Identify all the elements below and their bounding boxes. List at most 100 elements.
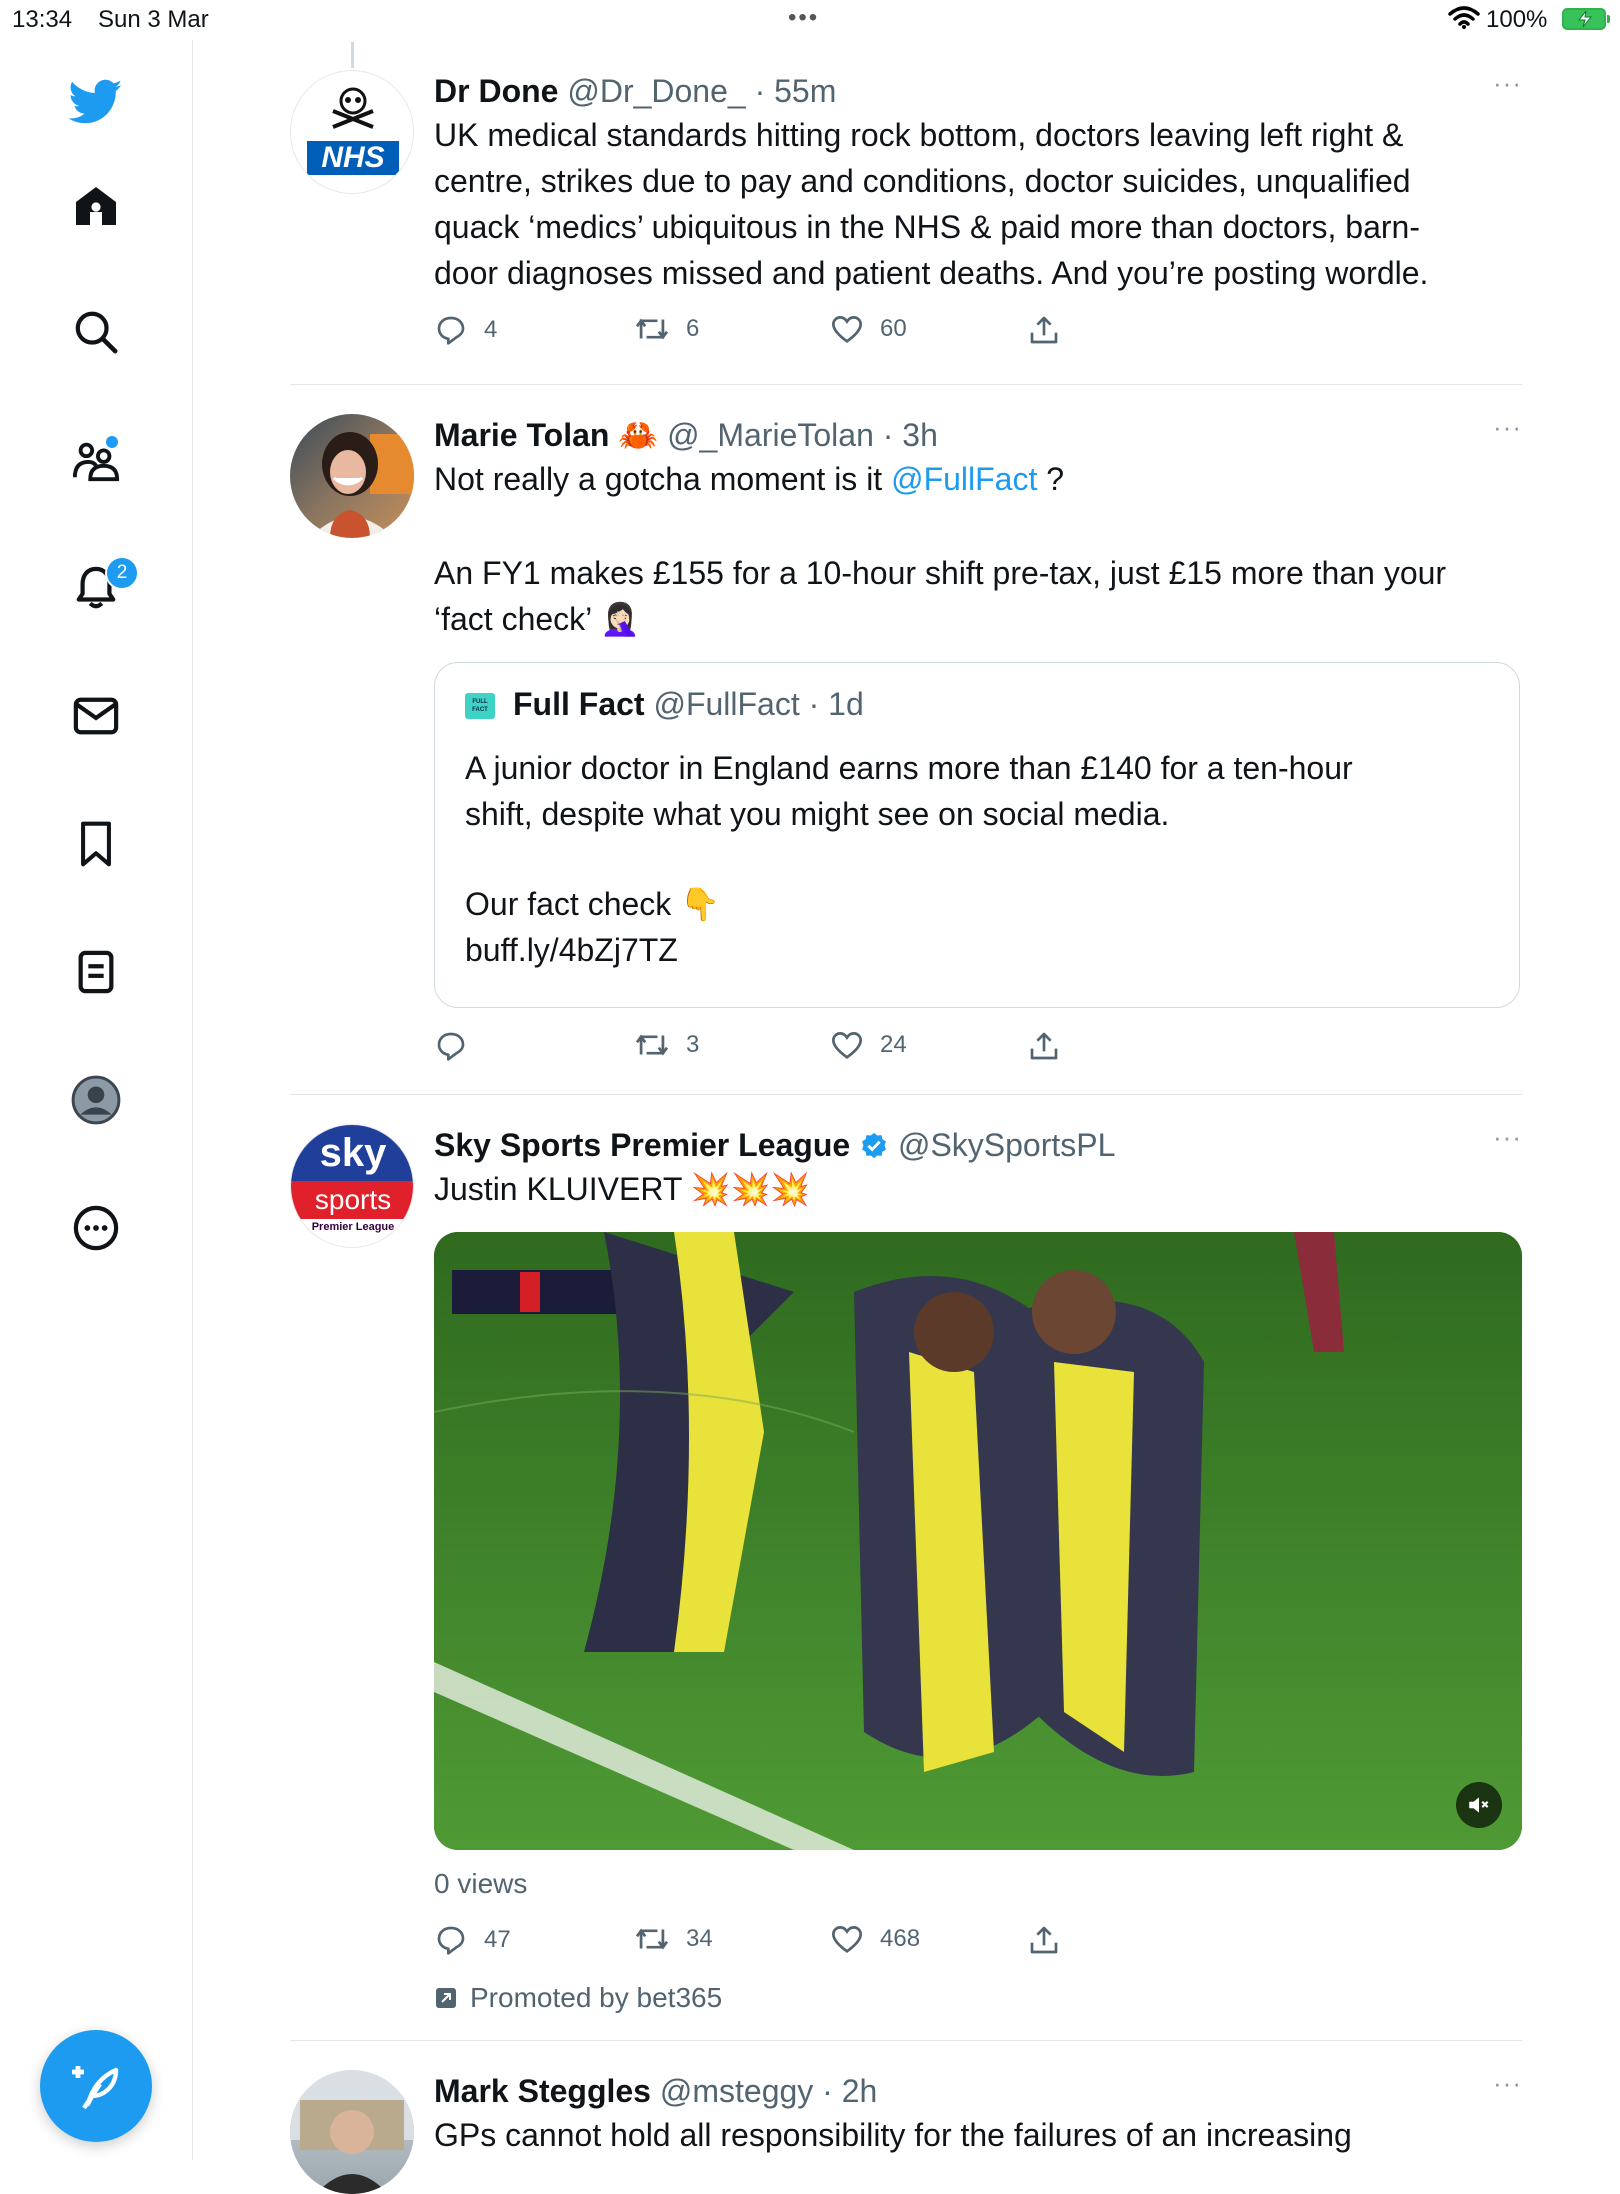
messages-icon[interactable] — [56, 676, 136, 756]
quoted-text-line: shift, despite what you might see on soc… — [465, 796, 1170, 832]
communities-icon[interactable] — [56, 420, 136, 500]
heart-icon — [831, 1032, 863, 1059]
reply-icon — [437, 1032, 465, 1061]
more-options-icon[interactable] — [56, 1188, 136, 1268]
like-button[interactable]: 468 — [830, 1924, 920, 1954]
share-button[interactable] — [1028, 1030, 1060, 1062]
tweet-text-line: An FY1 makes £155 for a 10-hour shift pr… — [434, 555, 1447, 591]
like-button[interactable]: 24 — [830, 1030, 907, 1060]
reply-icon — [437, 316, 465, 345]
like-button[interactable]: 60 — [830, 314, 907, 344]
like-count: 24 — [880, 1031, 907, 1058]
avatar-marie-tolan[interactable] — [290, 414, 414, 538]
tweet-header: Marie Tolan 🦀 @_MarieTolan · 3h — [434, 414, 1522, 456]
nhs-logo: NHS — [307, 141, 399, 175]
author-name[interactable]: Sky Sports Premier League — [434, 1127, 850, 1163]
tweet-text-line: UK medical standards hitting rock bottom… — [434, 117, 1404, 153]
divider — [290, 2040, 1522, 2041]
author-name[interactable]: Dr Done — [434, 73, 558, 109]
author-handle[interactable]: @SkySportsPL — [898, 1127, 1115, 1163]
sky-logo: sky — [291, 1125, 413, 1181]
divider — [290, 384, 1522, 385]
communities-dot — [106, 436, 118, 448]
quoted-tweet[interactable]: FULL FACT Full Fact @FullFact · 1d A jun… — [434, 662, 1520, 1008]
lists-icon[interactable] — [56, 932, 136, 1012]
compose-tweet-button[interactable] — [40, 2030, 152, 2142]
author-handle[interactable]: @msteggy — [660, 2073, 813, 2109]
promoted-text: Promoted by bet365 — [470, 1982, 723, 2013]
status-bar: 13:34 Sun 3 Mar ••• 100% — [0, 0, 1620, 40]
quoted-tweet-time: · 1d — [808, 686, 864, 722]
tweet-header: Dr Done @Dr_Done_ · 55m — [434, 70, 1522, 112]
author-name[interactable]: Marie Tolan — [434, 417, 609, 453]
video-player[interactable] — [434, 1232, 1522, 1850]
notifications-icon[interactable]: 2 — [56, 548, 139, 628]
status-time: 13:34 — [12, 6, 73, 33]
person-photo — [290, 2070, 414, 2194]
retweet-icon — [635, 1928, 669, 1950]
author-handle[interactable]: @Dr_Done_ — [567, 73, 745, 109]
tweet-actions: 3 24 — [434, 1030, 1134, 1070]
view-count: 0 views — [434, 1868, 528, 1899]
muted-speaker-icon — [1469, 1797, 1489, 1813]
tweet-actions: 4 6 60 — [434, 314, 1134, 354]
reply-button[interactable] — [434, 1030, 484, 1062]
heart-icon — [831, 1926, 863, 1953]
tweet-more-button[interactable]: ··· — [1493, 2068, 1522, 2099]
quoted-author-name: Full Fact — [513, 686, 645, 722]
tweet-time[interactable]: · 3h — [883, 417, 938, 453]
tweet-text: Justin KLUIVERT 💥💥💥 — [434, 1171, 811, 1207]
tweet-header: Sky Sports Premier League @SkySportsPL — [434, 1124, 1522, 1166]
avatar-sky-sports[interactable]: sky sports Premier League — [290, 1124, 414, 1248]
tweet-header: Mark Steggles @msteggy · 2h — [434, 2070, 1522, 2112]
retweet-button[interactable]: 34 — [634, 1924, 713, 1954]
skull-icon — [332, 87, 374, 129]
thread-line — [351, 42, 354, 68]
tweet-more-button[interactable]: ··· — [1493, 1122, 1522, 1153]
full-fact-logo: FULL FACT — [465, 693, 495, 719]
sidebar: 2 — [0, 40, 193, 2160]
quoted-author-handle: @FullFact — [653, 686, 800, 722]
bookmarks-icon[interactable] — [56, 804, 136, 884]
tweet-text-line: ‘fact check’ 🤦🏻‍♀️ — [434, 601, 640, 637]
reply-button[interactable]: 47 — [434, 1924, 511, 1956]
retweet-icon — [635, 1034, 669, 1056]
promoted-icon — [436, 1988, 456, 2008]
tweet-more-button[interactable]: ··· — [1493, 412, 1522, 443]
mention-link[interactable]: @FullFact — [891, 461, 1037, 497]
twitter-logo-icon[interactable] — [56, 62, 136, 142]
tweet-time[interactable]: · 55m — [755, 73, 837, 109]
tweet-text-line: centre, strikes due to pay and condition… — [434, 163, 1411, 199]
heart-icon — [831, 316, 863, 343]
mute-button[interactable] — [1456, 1782, 1502, 1828]
quoted-tweet-text: A junior doctor in England earns more th… — [465, 745, 1353, 973]
tweet-text: Not really a gotcha moment is it @FullFa… — [434, 456, 1522, 642]
search-icon[interactable] — [56, 292, 136, 372]
quoted-tweet-header: Full Fact @FullFact · 1d — [513, 683, 864, 725]
tweet-more-button[interactable]: ··· — [1493, 68, 1522, 99]
multitasking-dots[interactable]: ••• — [788, 4, 819, 32]
avatar-mark-steggles[interactable] — [290, 2070, 414, 2194]
retweet-button[interactable]: 3 — [634, 1030, 699, 1060]
author-handle[interactable]: @_MarieTolan — [667, 417, 874, 453]
share-button[interactable] — [1028, 1924, 1060, 1956]
share-icon — [1030, 316, 1058, 344]
reply-icon — [437, 1926, 465, 1955]
reply-button[interactable]: 4 — [434, 314, 497, 346]
avatar-dr-done[interactable]: NHS — [290, 70, 414, 194]
retweet-button[interactable]: 6 — [634, 314, 699, 344]
home-icon[interactable] — [56, 166, 136, 246]
premier-league-label: Premier League — [311, 1221, 395, 1233]
profile-avatar[interactable] — [56, 1060, 136, 1140]
crab-emoji: 🦀 — [618, 417, 659, 453]
author-name[interactable]: Mark Steggles — [434, 2073, 651, 2109]
share-button[interactable] — [1028, 314, 1060, 346]
sports-logo: sports — [291, 1181, 413, 1219]
person-photo — [310, 432, 414, 538]
tweet-time[interactable]: · 2h — [822, 2073, 877, 2109]
promoted-label[interactable]: Promoted by bet365 — [434, 1982, 722, 2014]
tweet-text-part: Not really a gotcha moment is it — [434, 461, 892, 497]
wifi-icon — [1448, 6, 1480, 29]
reply-count: 4 — [484, 316, 498, 343]
retweet-count: 6 — [686, 315, 700, 342]
